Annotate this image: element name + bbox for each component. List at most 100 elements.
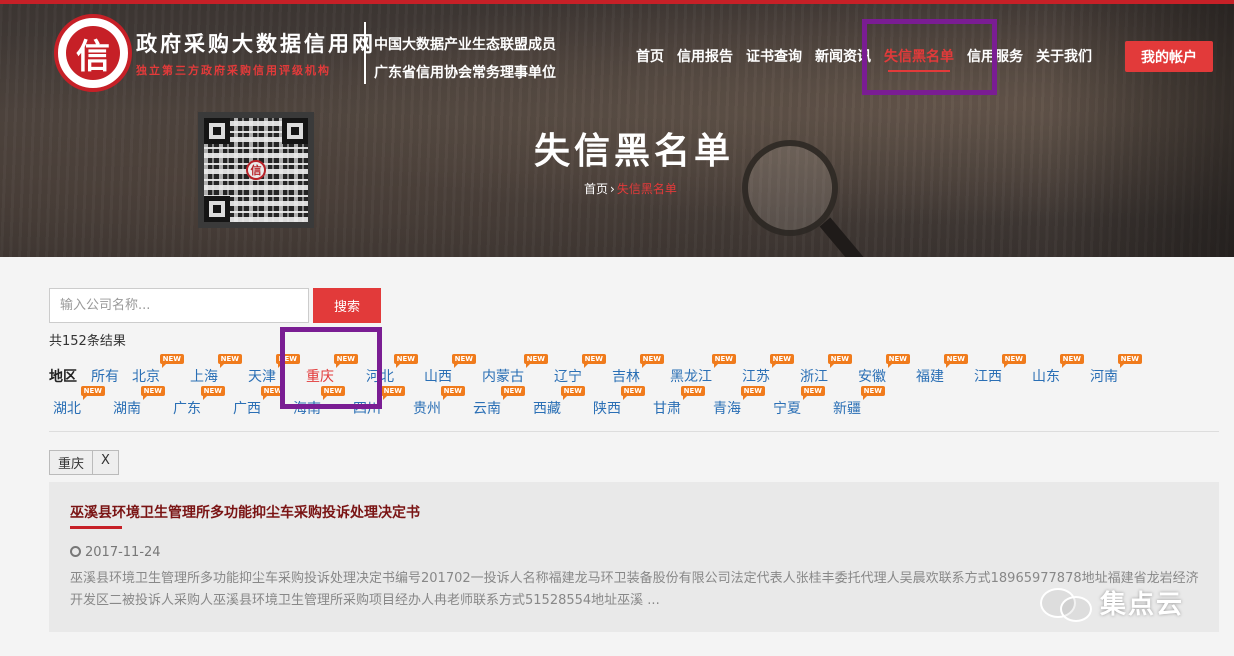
- region-label: 地区: [49, 369, 77, 385]
- region-item[interactable]: 湖北 NEW: [53, 386, 105, 418]
- wechat-icon: [1040, 586, 1094, 622]
- result-summary: 巫溪县环境卫生管理所多功能抑尘车采购投诉处理决定书编号201702一投诉人名称福…: [70, 571, 1199, 608]
- region-label-text: 四川: [353, 401, 381, 417]
- region-item[interactable]: 青海 NEW: [713, 386, 765, 418]
- new-badge: NEW: [275, 354, 300, 368]
- new-badge: NEW: [860, 386, 885, 400]
- nav-news[interactable]: 新闻资讯: [815, 46, 871, 66]
- region-label-text: 云南: [473, 401, 501, 417]
- region-label-text: 新疆: [833, 401, 861, 417]
- region-item[interactable]: 天津 NEW: [248, 354, 300, 386]
- new-badge: NEW: [451, 354, 476, 368]
- region-item[interactable]: 海南 NEW: [293, 386, 345, 418]
- new-badge: NEW: [80, 386, 105, 400]
- nav-blacklist[interactable]: 失信黑名单: [884, 46, 954, 72]
- new-badge: NEW: [440, 386, 465, 400]
- nav-credit-report[interactable]: 信用报告: [677, 46, 733, 66]
- region-item[interactable]: 安徽 NEW: [858, 354, 910, 386]
- new-badge: NEW: [500, 386, 525, 400]
- region-item[interactable]: 江西 NEW: [974, 354, 1026, 386]
- nav-certificate-query[interactable]: 证书查询: [746, 46, 802, 66]
- new-badge: NEW: [200, 386, 225, 400]
- new-badge: NEW: [523, 354, 548, 368]
- region-item[interactable]: 河北 NEW: [366, 354, 418, 386]
- new-badge: NEW: [159, 354, 184, 368]
- region-item[interactable]: 内蒙古 NEW: [482, 354, 548, 386]
- region-item[interactable]: 四川 NEW: [353, 386, 405, 418]
- new-badge: NEW: [711, 354, 736, 368]
- new-badge: NEW: [680, 386, 705, 400]
- region-item[interactable]: 贵州 NEW: [413, 386, 465, 418]
- region-label-text: 安徽: [858, 369, 886, 385]
- active-filter-tag: 重庆 X: [49, 450, 119, 475]
- region-item[interactable]: 西藏 NEW: [533, 386, 585, 418]
- region-item[interactable]: 北京 NEW: [132, 354, 184, 386]
- region-label-text: 河南: [1090, 369, 1118, 385]
- region-label-text: 山西: [424, 369, 452, 385]
- nav-about-us[interactable]: 关于我们: [1036, 46, 1092, 66]
- region-label-text: 辽宁: [554, 369, 582, 385]
- breadcrumb-separator: ›: [610, 182, 615, 196]
- new-badge: NEW: [1117, 354, 1142, 368]
- nav-home[interactable]: 首页: [636, 46, 664, 66]
- qr-finder-bottom-left: [204, 196, 230, 222]
- region-item[interactable]: 山西 NEW: [424, 354, 476, 386]
- region-item[interactable]: 湖南 NEW: [113, 386, 165, 418]
- new-badge: NEW: [380, 386, 405, 400]
- new-badge: NEW: [943, 354, 968, 368]
- region-label-text: 湖北: [53, 401, 81, 417]
- region-all[interactable]: 所有: [91, 366, 119, 386]
- site-subtitle: 独立第三方政府采购信用评级机构: [136, 64, 331, 77]
- region-label-text: 天津: [248, 369, 276, 385]
- new-badge: NEW: [217, 354, 242, 368]
- region-item[interactable]: 辽宁 NEW: [554, 354, 606, 386]
- site-logo[interactable]: 信: [54, 14, 132, 92]
- region-label-text: 广东: [173, 401, 201, 417]
- new-badge: NEW: [333, 354, 358, 368]
- region-label-text: 重庆: [306, 369, 334, 385]
- my-account-button[interactable]: 我的帐户: [1125, 41, 1213, 72]
- nav-credit-service[interactable]: 信用服务: [967, 46, 1023, 66]
- region-item[interactable]: 广西 NEW: [233, 386, 285, 418]
- region-filter-row-2: 湖北 NEW 湖南 NEW 广东 NEW 广西 NEW 海南 NEW 四川 NEW 贵州 NE…: [53, 386, 885, 418]
- region-item[interactable]: 山东 NEW: [1032, 354, 1084, 386]
- new-badge: NEW: [560, 386, 585, 400]
- magnifier-handle: [819, 217, 869, 257]
- region-label-text: 湖南: [113, 401, 141, 417]
- result-title-link[interactable]: 巫溪县环境卫生管理所多功能抑尘车采购投诉处理决定书: [70, 502, 420, 522]
- region-label-text: 上海: [190, 369, 218, 385]
- region-item[interactable]: 宁夏 NEW: [773, 386, 825, 418]
- new-badge: NEW: [1001, 354, 1026, 368]
- region-item[interactable]: 新疆 NEW: [833, 386, 885, 418]
- region-item[interactable]: 河南 NEW: [1090, 354, 1142, 386]
- region-label-text: 山东: [1032, 369, 1060, 385]
- region-item[interactable]: 上海 NEW: [190, 354, 242, 386]
- results-count: 共152条结果: [49, 334, 126, 349]
- region-label-text: 海南: [293, 401, 321, 417]
- breadcrumb-home[interactable]: 首页: [584, 182, 608, 196]
- region-label-text: 贵州: [413, 401, 441, 417]
- title-underline: [70, 526, 122, 529]
- region-item[interactable]: 甘肃 NEW: [653, 386, 705, 418]
- remove-filter-button[interactable]: X: [92, 451, 118, 474]
- region-item[interactable]: 福建 NEW: [916, 354, 968, 386]
- region-item-active[interactable]: 重庆 NEW: [306, 354, 358, 386]
- region-item[interactable]: 云南 NEW: [473, 386, 525, 418]
- region-item[interactable]: 广东 NEW: [173, 386, 225, 418]
- region-item[interactable]: 陕西 NEW: [593, 386, 645, 418]
- region-label-text: 宁夏: [773, 401, 801, 417]
- watermark-text: 集点云: [1100, 590, 1185, 620]
- region-item[interactable]: 黑龙江 NEW: [670, 354, 736, 386]
- region-label-text: 江西: [974, 369, 1002, 385]
- region-label-text: 西藏: [533, 401, 561, 417]
- region-item[interactable]: 吉林 NEW: [612, 354, 664, 386]
- region-filter-row-1: 地区 所有 北京 NEW 上海 NEW 天津 NEW 重庆 NEW 河北 NEW 山西 NE…: [49, 354, 1142, 386]
- company-search-input[interactable]: [49, 288, 309, 323]
- search-button[interactable]: 搜索: [313, 288, 381, 323]
- region-label-text: 福建: [916, 369, 944, 385]
- region-item[interactable]: 江苏 NEW: [742, 354, 794, 386]
- page-title: 失信黑名单: [533, 131, 734, 172]
- region-label-text: 广西: [233, 401, 261, 417]
- region-item[interactable]: 浙江 NEW: [800, 354, 852, 386]
- new-badge: NEW: [393, 354, 418, 368]
